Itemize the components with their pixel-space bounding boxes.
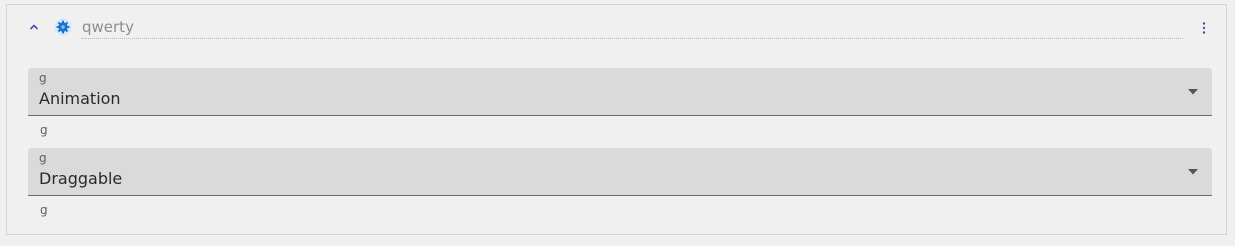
caret-down-icon[interactable] xyxy=(1188,169,1198,175)
node-panel: g Animation g g Draggable g xyxy=(6,4,1227,235)
field-value: Animation xyxy=(39,89,121,108)
node-name-input[interactable] xyxy=(81,15,1183,39)
animation-select[interactable]: g Animation xyxy=(28,68,1212,116)
gear-icon xyxy=(54,18,72,36)
field-value: Draggable xyxy=(39,169,123,188)
draggable-select[interactable]: g Draggable xyxy=(28,148,1212,196)
more-options-icon[interactable] xyxy=(1199,21,1209,35)
caret-down-icon[interactable] xyxy=(1188,89,1198,95)
field-label: g xyxy=(39,151,47,165)
field-helper-text: g xyxy=(40,203,48,217)
panel-header xyxy=(7,5,1226,45)
field-helper-text: g xyxy=(40,123,48,137)
field-label: g xyxy=(39,71,47,85)
chevron-up-icon[interactable] xyxy=(27,20,41,34)
